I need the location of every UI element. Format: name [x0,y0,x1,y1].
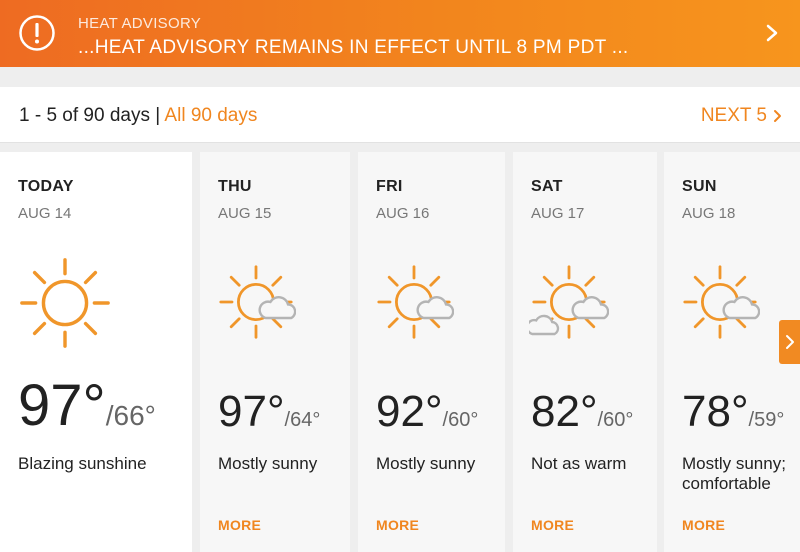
scroll-right-tab[interactable] [779,320,800,364]
low-temp: /59° [748,409,785,431]
forecast-card-fri[interactable]: FRI AUG 16 92°/60° Mostly sunny MORE [358,152,505,552]
mostly-sunny-icon [377,265,454,339]
day-date: AUG 16 [376,205,430,222]
more-link[interactable]: MORE [218,517,261,533]
exclamation-circle-icon [19,15,55,51]
condition-text: Not as warm [531,454,627,473]
heat-advisory-banner[interactable]: HEAT ADVISORY ...HEAT ADVISORY REMAINS I… [0,0,800,67]
temperature: 92°/60° [376,387,478,437]
temperature: 97°/66° [18,372,156,439]
low-temp: /64° [284,409,321,431]
condition-text: Mostly sunny; comfortable [682,454,786,494]
next-5-button[interactable]: NEXT 5 [701,105,782,127]
forecast-card-sat[interactable]: SAT AUG 17 82°/60° Not as warm MORE [513,152,657,552]
chevron-right-icon [774,110,781,122]
high-temp: 82° [531,387,598,436]
partly-cloudy-icon [529,265,609,339]
day-date: AUG 15 [218,205,272,222]
day-name: THU [218,178,252,195]
forecast-card-today[interactable]: TODAY AUG 14 97°/66° Blazing sunshine [0,152,192,552]
day-date: AUG 14 [18,205,72,222]
temperature: 82°/60° [531,387,633,437]
more-link[interactable]: MORE [376,517,419,533]
condition-text: Mostly sunny [376,454,476,473]
forecast-range-bar: 1 - 5 of 90 days | All 90 days NEXT 5 [0,87,800,143]
temperature: 78°/59° [682,387,784,437]
alert-text: ...HEAT ADVISORY REMAINS IN EFFECT UNTIL… [78,37,629,58]
sun-icon [20,258,110,348]
alert-label: HEAT ADVISORY [78,15,202,32]
more-link[interactable]: MORE [682,517,725,533]
condition-text: Mostly sunny [218,454,318,473]
high-temp: 78° [682,387,749,436]
day-date: AUG 17 [531,205,585,222]
day-name: FRI [376,178,403,195]
low-temp: /60° [597,409,634,431]
forecast-card-thu[interactable]: THU AUG 15 97°/64° Mostly sunny MORE [200,152,350,552]
temperature: 97°/64° [218,387,320,437]
low-temp: /66° [105,400,156,431]
condition-text: Blazing sunshine [18,454,147,473]
day-name: TODAY [18,178,74,195]
chevron-right-icon[interactable] [764,22,780,44]
mostly-sunny-icon [219,265,296,339]
mostly-sunny-icon [683,265,760,339]
high-temp: 92° [376,387,443,436]
day-name: SAT [531,178,563,195]
day-name: SUN [682,178,717,195]
day-date: AUG 18 [682,205,736,222]
range-separator: | [155,105,161,126]
all-days-link[interactable]: All 90 days [164,105,257,126]
high-temp: 97° [18,373,106,438]
low-temp: /60° [442,409,479,431]
chevron-right-icon [786,335,794,349]
high-temp: 97° [218,387,285,436]
range-text: 1 - 5 of 90 days [19,105,150,126]
more-link[interactable]: MORE [531,517,574,533]
range-info: 1 - 5 of 90 days | All 90 days [19,105,257,127]
next-label: NEXT 5 [700,105,767,126]
